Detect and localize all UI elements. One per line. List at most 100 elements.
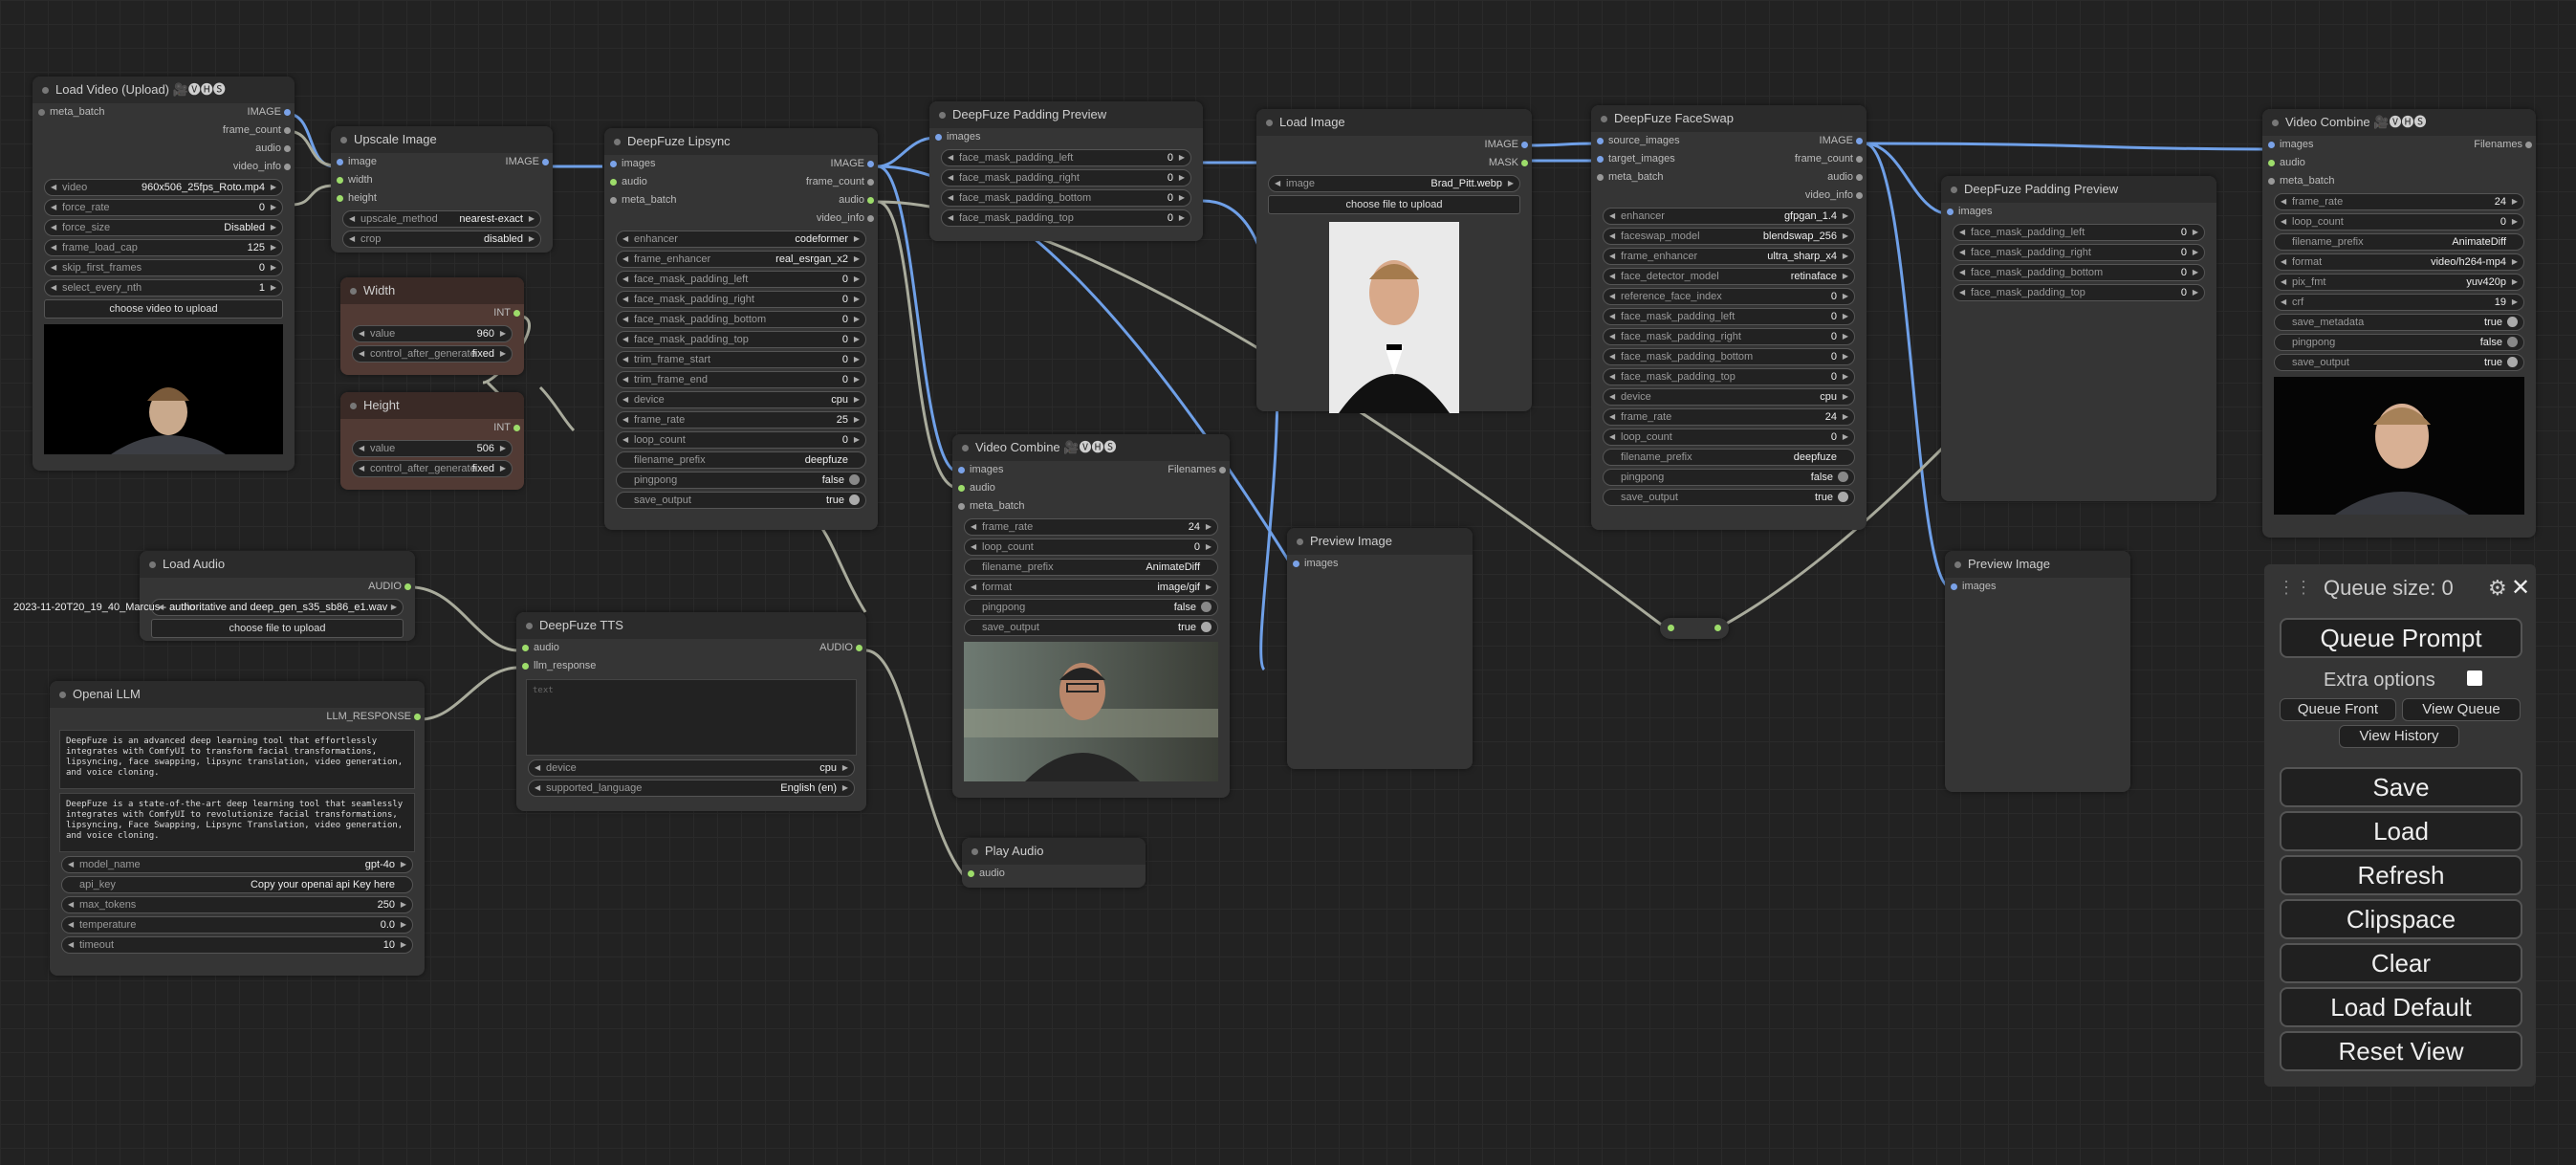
node-title[interactable]: Video Combine 🎥🅥🅗🅢 bbox=[952, 434, 1230, 461]
widget-skip-first-frames[interactable]: skip_first_frames0 bbox=[44, 259, 283, 276]
node-preview-image-1[interactable]: Preview Image images bbox=[1287, 528, 1473, 769]
widget-save-output[interactable]: save_output true bbox=[964, 619, 1218, 636]
node-title[interactable]: DeepFuze Padding Preview bbox=[929, 101, 1203, 128]
view-history-button[interactable]: View History bbox=[2339, 725, 2459, 748]
widget-padding-left[interactable]: face_mask_padding_left0 bbox=[941, 149, 1191, 166]
widget-padding-top[interactable]: face_mask_padding_top0 bbox=[1953, 284, 2205, 301]
view-queue-button[interactable]: View Queue bbox=[2402, 698, 2521, 721]
widget-loop-count[interactable]: loop_count0 bbox=[964, 539, 1218, 556]
widget-filename-prefix[interactable]: filename_prefix deepfuze bbox=[1603, 449, 1855, 466]
widget-save-output[interactable]: save_output true bbox=[1603, 489, 1855, 506]
node-title[interactable]: Preview Image bbox=[1945, 551, 2130, 578]
node-deepfuze-lipsync[interactable]: DeepFuze Lipsync images IMAGE audio frame_… bbox=[604, 128, 878, 530]
widget-save-output[interactable]: save_output true bbox=[616, 492, 866, 509]
widget-supported-language[interactable]: supported_languageEnglish (en) bbox=[528, 780, 855, 797]
widget-padding-bottom[interactable]: face_mask_padding_bottom0 bbox=[1953, 264, 2205, 281]
node-title[interactable]: Play Audio bbox=[962, 838, 1146, 865]
widget-filename-prefix[interactable]: filename_prefix AnimateDiff bbox=[964, 559, 1218, 576]
widget-timeout[interactable]: timeout10 bbox=[61, 936, 413, 954]
node-upscale-image[interactable]: Upscale Image image IMAGE width height up… bbox=[331, 126, 553, 253]
widget-select-every-nth[interactable]: select_every_nth1 bbox=[44, 279, 283, 297]
widget-padding-top[interactable]: face_mask_padding_top0 bbox=[616, 331, 866, 348]
widget-trim-start[interactable]: trim_frame_start0 bbox=[616, 351, 866, 368]
widget-padding-bottom[interactable]: face_mask_padding_bottom0 bbox=[1603, 348, 1855, 365]
widget-temperature[interactable]: temperature0.0 bbox=[61, 916, 413, 934]
widget-padding-right[interactable]: face_mask_padding_right0 bbox=[1603, 328, 1855, 345]
widget-padding-right[interactable]: face_mask_padding_right0 bbox=[1953, 244, 2205, 261]
widget-video[interactable]: video960x506_25fps_Roto.mp4 bbox=[44, 179, 283, 196]
node-height[interactable]: Height INT value506 control_after_genera… bbox=[340, 392, 524, 490]
widget-audio[interactable]: audio2023-11-20T20_19_40_Marcus - author… bbox=[13, 599, 404, 616]
widget-force-size[interactable]: force_sizeDisabled bbox=[44, 219, 283, 236]
node-deepfuze-tts[interactable]: DeepFuze TTS audio AUDIO llm_response tex… bbox=[516, 612, 866, 811]
node-title[interactable]: DeepFuze Padding Preview bbox=[1941, 176, 2216, 203]
widget-reference-face-index[interactable]: reference_face_index0 bbox=[1603, 288, 1855, 305]
node-title[interactable]: Load Audio bbox=[140, 551, 415, 578]
widget-value[interactable]: value506 bbox=[352, 440, 513, 457]
gear-icon[interactable]: ⚙ bbox=[2488, 576, 2507, 601]
widget-filename-prefix[interactable]: filename_prefix deepfuze bbox=[616, 451, 866, 469]
node-title[interactable]: Upscale Image bbox=[331, 126, 553, 153]
widget-pingpong[interactable]: pingpong false bbox=[616, 472, 866, 489]
widget-frame-enhancer[interactable]: frame_enhancerreal_esrgan_x2 bbox=[616, 251, 866, 268]
reset-view-button[interactable]: Reset View bbox=[2280, 1031, 2522, 1071]
widget-device[interactable]: devicecpu bbox=[616, 391, 866, 408]
widget-format[interactable]: formatvideo/h264-mp4 bbox=[2274, 253, 2524, 271]
widget-max-tokens[interactable]: max_tokens250 bbox=[61, 896, 413, 913]
widget-control-after-generate[interactable]: control_after_generatefixed bbox=[352, 460, 513, 477]
widget-save-output[interactable]: save_output true bbox=[2274, 354, 2524, 371]
widget-padding-bottom[interactable]: face_mask_padding_bottom0 bbox=[941, 189, 1191, 207]
widget-api-key[interactable]: api_key Copy your openai api Key here bbox=[61, 876, 413, 893]
widget-pix-fmt[interactable]: pix_fmtyuv420p bbox=[2274, 274, 2524, 291]
reroute-node[interactable] bbox=[1660, 618, 1729, 639]
widget-trim-end[interactable]: trim_frame_end0 bbox=[616, 371, 866, 388]
widget-format[interactable]: formatimage/gif bbox=[964, 579, 1218, 596]
clipspace-button[interactable]: Clipspace bbox=[2280, 899, 2522, 939]
widget-loop-count[interactable]: loop_count0 bbox=[2274, 213, 2524, 231]
graph-canvas[interactable]: Load Video (Upload) 🎥🅥🅗🅢 meta_batch IMAGE… bbox=[0, 0, 2576, 1165]
widget-frame-rate[interactable]: frame_rate25 bbox=[616, 411, 866, 429]
widget-frame-rate[interactable]: frame_rate24 bbox=[2274, 193, 2524, 210]
widget-padding-left[interactable]: face_mask_padding_left0 bbox=[616, 271, 866, 288]
node-video-combine-1[interactable]: Video Combine 🎥🅥🅗🅢 images Filenames audio… bbox=[952, 434, 1230, 798]
node-video-combine-2[interactable]: Video Combine 🎥🅥🅗🅢 images Filenames audio… bbox=[2262, 109, 2536, 538]
node-load-video[interactable]: Load Video (Upload) 🎥🅥🅗🅢 meta_batch IMAGE… bbox=[33, 77, 295, 471]
widget-device[interactable]: devicecpu bbox=[1603, 388, 1855, 406]
drag-handle-icon[interactable]: ⋮⋮ bbox=[2278, 578, 2312, 598]
widget-image[interactable]: imageBrad_Pitt.webp bbox=[1268, 175, 1520, 192]
widget-face-detector-model[interactable]: face_detector_modelretinaface bbox=[1603, 268, 1855, 285]
upload-image-button[interactable]: choose file to upload bbox=[1268, 195, 1520, 214]
widget-enhancer[interactable]: enhancercodeformer bbox=[616, 231, 866, 248]
node-title[interactable]: DeepFuze Lipsync bbox=[604, 128, 878, 155]
queue-front-button[interactable]: Queue Front bbox=[2280, 698, 2396, 721]
extra-options-checkbox[interactable] bbox=[2467, 670, 2482, 686]
load-default-button[interactable]: Load Default bbox=[2280, 987, 2522, 1027]
node-title[interactable]: Width bbox=[340, 277, 524, 304]
queue-prompt-button[interactable]: Queue Prompt bbox=[2280, 618, 2522, 658]
node-deepfuze-faceswap[interactable]: DeepFuze FaceSwap source_images IMAGE tar… bbox=[1591, 105, 1867, 530]
node-title[interactable]: Openai LLM bbox=[50, 681, 425, 708]
upload-audio-button[interactable]: choose file to upload bbox=[151, 619, 404, 638]
upload-video-button[interactable]: choose video to upload bbox=[44, 299, 283, 319]
node-preview-image-2[interactable]: Preview Image images bbox=[1945, 551, 2130, 792]
refresh-button[interactable]: Refresh bbox=[2280, 855, 2522, 895]
node-load-audio[interactable]: Load Audio AUDIO audio2023-11-20T20_19_4… bbox=[13, 551, 415, 641]
node-play-audio[interactable]: Play Audio audio bbox=[962, 838, 1146, 888]
llm-prompt-text-2[interactable]: DeepFuze is a state-of-the-art deep lear… bbox=[59, 793, 415, 852]
widget-upscale-method[interactable]: upscale_methodnearest-exact bbox=[342, 210, 541, 228]
widget-pingpong[interactable]: pingpong false bbox=[2274, 334, 2524, 351]
widget-device[interactable]: devicecpu bbox=[528, 759, 855, 777]
node-title[interactable]: Load Image bbox=[1256, 109, 1532, 136]
widget-padding-top[interactable]: face_mask_padding_top0 bbox=[941, 209, 1191, 227]
widget-model-name[interactable]: model_namegpt-4o bbox=[61, 856, 413, 873]
widget-padding-right[interactable]: face_mask_padding_right0 bbox=[941, 169, 1191, 187]
widget-padding-left[interactable]: face_mask_padding_left0 bbox=[1953, 224, 2205, 241]
node-load-image[interactable]: Load Image IMAGE MASK imageBrad_Pitt.web… bbox=[1256, 109, 1532, 413]
node-title[interactable]: Height bbox=[340, 392, 524, 419]
node-title[interactable]: Preview Image bbox=[1287, 528, 1473, 555]
widget-crf[interactable]: crf19 bbox=[2274, 294, 2524, 311]
widget-loop-count[interactable]: loop_count0 bbox=[616, 431, 866, 449]
node-width[interactable]: Width INT value960 control_after_generat… bbox=[340, 277, 524, 375]
widget-padding-top[interactable]: face_mask_padding_top0 bbox=[1603, 368, 1855, 385]
save-button[interactable]: Save bbox=[2280, 767, 2522, 807]
